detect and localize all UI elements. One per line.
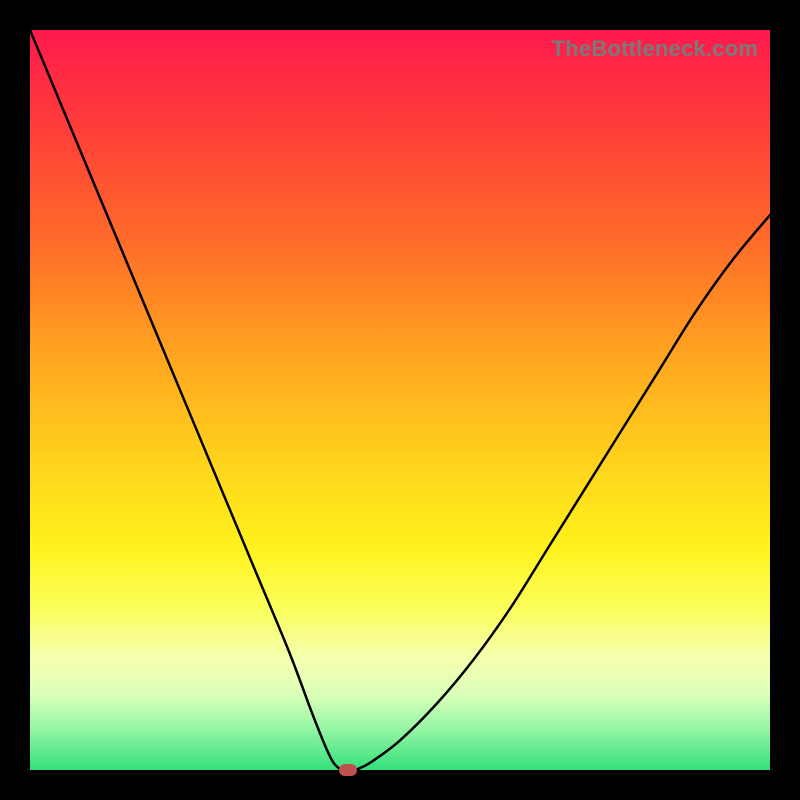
bottleneck-curve	[30, 30, 770, 770]
plot-area: TheBottleneck.com	[30, 30, 770, 770]
chart-frame: TheBottleneck.com	[0, 0, 800, 800]
optimal-point-marker	[339, 764, 357, 776]
